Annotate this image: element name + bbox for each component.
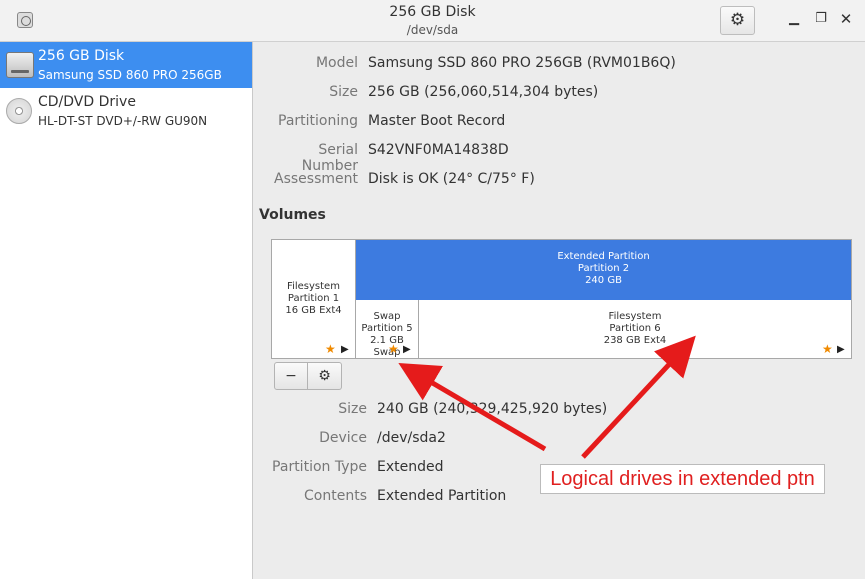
annotation-arrow-to-filesystem xyxy=(581,335,696,459)
annotation-callout: Logical drives in extended ptn xyxy=(540,464,825,494)
annotation-arrow-to-swap xyxy=(398,362,547,452)
